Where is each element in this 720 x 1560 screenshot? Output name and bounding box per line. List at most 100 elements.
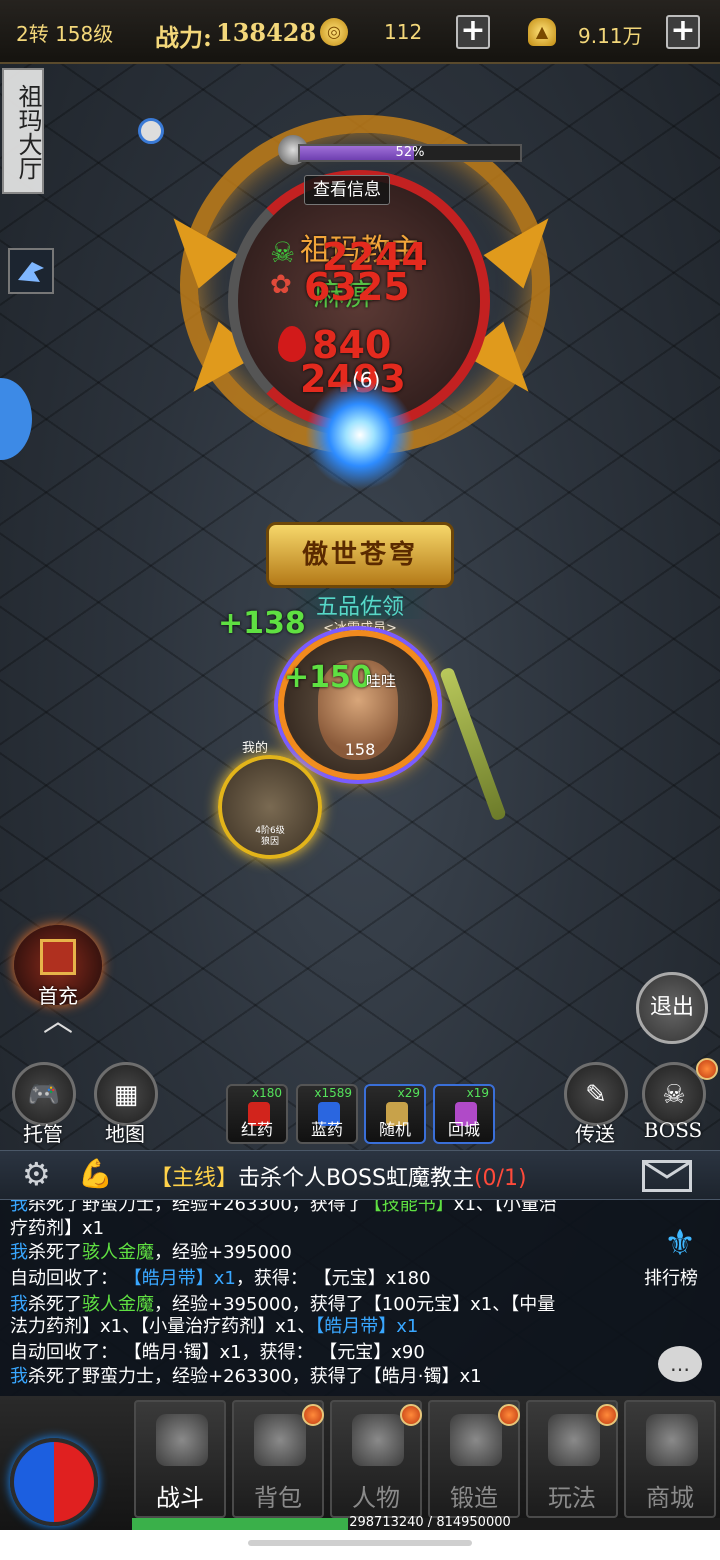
chat-segment: 杀死了 (28, 1242, 82, 1263)
helmet-icon (352, 1414, 404, 1466)
top-status-bar: 2转 158级 战力: 138428 ◎ 112 + ▲ 9.11万 + (0, 0, 720, 64)
map-icon: ▦ (113, 1080, 139, 1110)
map-button[interactable]: ▦ (94, 1062, 158, 1126)
wings-icon (548, 1414, 600, 1466)
home-indicator[interactable] (248, 1540, 472, 1546)
nav-tab-label: 锻造 (450, 1484, 498, 1512)
anvil-icon (450, 1414, 502, 1466)
potion-label: 回城 (447, 1120, 480, 1139)
chat-segment: 杀死了 (28, 1294, 82, 1315)
mail-icon[interactable] (642, 1160, 692, 1192)
potion-slot[interactable]: x1589 蓝药 (296, 1084, 358, 1144)
notification-dot (596, 1404, 618, 1426)
boss-label: BOSS (643, 1118, 703, 1142)
nav-tab-label: 背包 (254, 1484, 302, 1512)
nav-tab-label: 战斗 (156, 1484, 204, 1512)
nav-tab-label: 人物 (352, 1484, 400, 1512)
chat-line: 自动回收了： 【皓月·镯】x1，获得： 【元宝】x90 (10, 1342, 425, 1364)
power-value: 138428 (216, 18, 317, 47)
scroll-icon: ✎ (585, 1080, 607, 1110)
chat-segment: ，获得： 【元宝】x180 (235, 1268, 431, 1289)
potion-label: 红药 (240, 1120, 273, 1139)
shop-icon (646, 1414, 698, 1466)
notification-dot (498, 1404, 520, 1426)
yin-yang-skill-icon[interactable] (10, 1438, 98, 1526)
dropped-sword-icon[interactable] (439, 666, 507, 822)
pet-info: 4阶6级 狼因 (240, 826, 300, 848)
chat-line: 我杀死了野蛮力士，经验+263300，获得了【皓月·镯】x1 (10, 1366, 482, 1388)
potion-slot[interactable]: x29 随机 (364, 1084, 426, 1144)
nav-tab[interactable]: 商城 (624, 1400, 716, 1518)
nav-tab[interactable]: 玩法 (526, 1400, 618, 1518)
add-gold-button[interactable]: + (456, 15, 490, 49)
chat-log[interactable]: 我杀死了野蛮力士，经验+263300，获得了【技能书】x1、【小量治 疗药剂】x1… (0, 1200, 720, 1396)
nav-tab[interactable]: 战斗 (134, 1400, 226, 1518)
gamepad-icon: 🎮 (27, 1080, 61, 1110)
ranking-label[interactable]: 排行榜 (644, 1264, 698, 1290)
potion-count: x180 (251, 1086, 282, 1100)
chat-line: 我杀死了野蛮力士，经验+263300，获得了【技能书】x1、【小量治 (10, 1200, 557, 1216)
nav-tab[interactable]: 锻造 (428, 1400, 520, 1518)
chat-segment: 骇人金魔 (82, 1242, 154, 1263)
chat-segment: 【技能书】 (363, 1200, 454, 1215)
potion-count: x1589 (314, 1086, 352, 1100)
chat-line: 自动回收了： 【皓月带】x1，获得： 【元宝】x180 (10, 1268, 431, 1290)
game-scene[interactable]: 2转 158级 战力: 138428 ◎ 112 + ▲ 9.11万 + 祖玛大… (0, 0, 720, 1560)
chat-bubble-icon[interactable]: … (658, 1346, 702, 1382)
envelope-flap-icon (644, 1161, 690, 1179)
poison-skull-icon: ☠ (270, 236, 296, 269)
chat-line: 我杀死了骇人金魔，经验+395000 (10, 1242, 292, 1264)
pet-owner-label: 我的 (241, 741, 268, 756)
chat-segment: 我 (10, 1366, 28, 1387)
shortcut-skill-icon[interactable] (8, 248, 54, 294)
teleport-button[interactable]: ✎ (564, 1062, 628, 1126)
chat-segment: ，经验+395000，获得了【100元宝】x1、【中量 (154, 1294, 556, 1315)
auto-battle-button[interactable]: 🎮 (12, 1062, 76, 1126)
paw-icon: ✿ (270, 270, 292, 300)
map-name-label: 祖玛大厅 (2, 68, 44, 194)
chat-line: 法力药剂】x1、【小量治疗药剂】x1、【皓月带】x1 (10, 1316, 418, 1338)
ranking-icon[interactable]: ⚜ (650, 1222, 710, 1266)
player-level: 2转 158级 (16, 22, 114, 46)
chat-segment: 骇人金魔 (82, 1294, 154, 1315)
heal-number: +138 (218, 606, 306, 641)
chat-segment: 【皓月带】x1 (315, 1316, 419, 1337)
add-ingot-button[interactable]: + (666, 15, 700, 49)
exit-button[interactable]: 退出 (636, 972, 708, 1044)
side-drawer-toggle[interactable] (0, 378, 32, 460)
potion-slot[interactable]: x180 红药 (226, 1084, 288, 1144)
demon-skull-icon: ☠ (662, 1080, 686, 1110)
quest-text[interactable]: 【主线】击杀个人BOSS虹魔教主(0/1) (150, 1160, 527, 1192)
pet-tier: 4阶6级 (255, 826, 285, 836)
notification-dot (400, 1404, 422, 1426)
power-label: 战力: (155, 23, 212, 52)
ingot-value: 9.11万 (578, 24, 643, 48)
chat-segment: x1、【小量治 (453, 1200, 557, 1215)
potion-slot[interactable]: x19 回城 (433, 1084, 495, 1144)
swords-icon (156, 1414, 208, 1466)
nav-tab[interactable]: 人物 (330, 1400, 422, 1518)
chevron-up-icon[interactable]: ︿ (38, 1007, 78, 1037)
pet-name: 狼因 (260, 837, 279, 847)
potion-count: x19 (466, 1086, 489, 1100)
view-info-button[interactable]: 查看信息 (304, 175, 390, 205)
quest-tag: 【主线】 (150, 1166, 239, 1191)
teleport-label: 传送 (575, 1122, 615, 1146)
chat-segment: 杀死了野蛮力士，经验+263300，获得了 (28, 1200, 364, 1215)
nav-tab-label: 玩法 (548, 1484, 596, 1512)
muscle-icon[interactable]: 💪 (78, 1158, 113, 1190)
heal-number: +150 (284, 660, 372, 695)
chat-segment: 自动回收了： 【皓月·镯】x1，获得： 【元宝】x90 (10, 1342, 425, 1363)
chat-segment: 杀死了野蛮力士，经验+263300，获得了【皓月·镯】x1 (28, 1366, 482, 1387)
exp-fill (132, 1518, 348, 1530)
player-rank: 五品佐领 (290, 589, 430, 620)
player-level-tag: 158 (344, 740, 376, 759)
chat-segment: 自动回收了： (10, 1268, 124, 1289)
skill-blast-effect (305, 380, 415, 490)
nav-tab[interactable]: 背包 (232, 1400, 324, 1518)
gear-icon[interactable]: ⚙ (22, 1158, 51, 1190)
boss-hp-text: 52% (395, 145, 425, 160)
backpack-icon (254, 1414, 306, 1466)
chat-line: 我杀死了骇人金魔，经验+395000，获得了【100元宝】x1、【中量 (10, 1294, 555, 1316)
gold-value: 112 (384, 20, 423, 44)
